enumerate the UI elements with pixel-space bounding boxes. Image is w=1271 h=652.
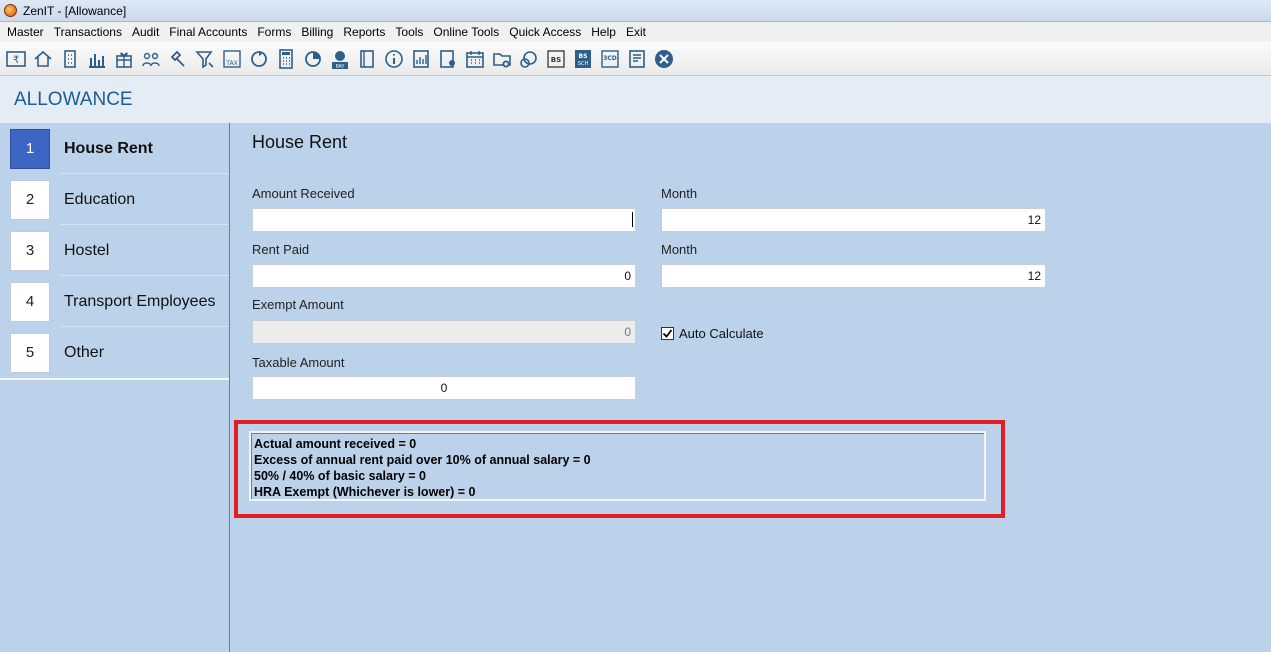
auto-calculate-checkbox[interactable]	[661, 327, 674, 340]
taxable-amount-input[interactable]	[252, 376, 636, 400]
sidebar-item-label: House Rent	[64, 139, 153, 157]
title-bar: ZenIT - [Allowance]	[0, 0, 1271, 22]
bs-sch-icon[interactable]: BS SCH	[571, 47, 595, 71]
calculator-icon[interactable]	[274, 47, 298, 71]
report-icon[interactable]	[409, 47, 433, 71]
menu-exit[interactable]: Exit	[621, 25, 651, 39]
sidebar: 1 House Rent 2 Education 3 Hostel 4 Tran…	[0, 123, 230, 652]
rent-paid-label: Rent Paid	[252, 242, 310, 257]
refresh-icon[interactable]	[247, 47, 271, 71]
bs-icon[interactable]: BS	[544, 47, 568, 71]
sidebar-item-hostel[interactable]: 3 Hostel	[0, 225, 229, 276]
menu-bar: Master Transactions Audit Final Accounts…	[0, 22, 1271, 42]
exempt-amount-label: Exempt Amount	[252, 297, 344, 312]
divider	[0, 378, 229, 380]
rent-paid-input[interactable]	[252, 264, 636, 288]
sidebar-item-transport-employees[interactable]: 4 Transport Employees	[0, 276, 229, 327]
auto-calculate-label: Auto Calculate	[679, 326, 764, 341]
tax-icon-text: TAX	[225, 60, 237, 67]
bs-sch-icon-text: BS	[579, 53, 588, 60]
epay-icon[interactable]: PAY	[328, 47, 352, 71]
sidebar-item-number: 1	[10, 128, 50, 169]
sync-icon[interactable]	[517, 47, 541, 71]
person-edit-icon[interactable]	[436, 47, 460, 71]
sidebar-item-other[interactable]: 5 Other	[0, 327, 229, 378]
folder-add-icon[interactable]	[490, 47, 514, 71]
pay-icon-text: PAY	[336, 64, 346, 70]
info-icon[interactable]	[382, 47, 406, 71]
menu-billing[interactable]: Billing	[296, 25, 338, 39]
home-icon[interactable]	[31, 47, 55, 71]
checkmark-icon	[662, 329, 673, 338]
calc-basic-salary: 50% / 40% of basic salary = 0	[254, 469, 426, 483]
calc-hra-exempt: HRA Exempt (Whichever is lower) = 0	[254, 485, 476, 499]
gift-icon[interactable]	[112, 47, 136, 71]
month-input[interactable]	[661, 208, 1046, 232]
users-icon[interactable]	[139, 47, 163, 71]
bar-chart-icon[interactable]	[85, 47, 109, 71]
text-cursor	[632, 212, 633, 227]
calc-actual-amount: Actual amount received = 0	[254, 437, 417, 451]
exempt-amount-input	[252, 320, 636, 344]
amount-received-input[interactable]	[252, 208, 636, 232]
close-icon[interactable]	[652, 47, 676, 71]
main-panel: House Rent Amount Received Month Rent Pa…	[231, 123, 1271, 652]
tax-icon[interactable]: TAX	[220, 47, 244, 71]
page-header: ALLOWANCE	[0, 76, 1271, 123]
month-label: Month	[661, 242, 698, 257]
sch-icon-text: SCH	[578, 61, 589, 67]
menu-master[interactable]: Master	[2, 25, 49, 39]
menu-tools[interactable]: Tools	[390, 25, 428, 39]
sidebar-item-house-rent[interactable]: 1 House Rent	[0, 123, 229, 174]
menu-reports[interactable]: Reports	[338, 25, 390, 39]
menu-transactions[interactable]: Transactions	[49, 25, 127, 39]
toolbar: ₹ TAX PAY BS BS SCH 3CD	[0, 42, 1271, 76]
menu-forms[interactable]: Forms	[252, 25, 296, 39]
amount-received-label: Amount Received	[252, 186, 355, 201]
menu-quick-access[interactable]: Quick Access	[504, 25, 586, 39]
svg-text:₹: ₹	[13, 55, 19, 66]
3cd-icon[interactable]: 3CD	[598, 47, 622, 71]
3cd-icon-text: 3CD	[603, 55, 617, 62]
book-icon[interactable]	[355, 47, 379, 71]
sidebar-item-label: Other	[64, 343, 105, 361]
sidebar-item-number: 2	[10, 179, 50, 220]
sidebar-item-number: 5	[10, 332, 50, 373]
bs-icon-text: BS	[551, 56, 561, 64]
pie-chart-icon[interactable]	[301, 47, 325, 71]
app-logo-icon	[4, 4, 17, 17]
calc-excess-rent: Excess of annual rent paid over 10% of a…	[254, 453, 591, 467]
taxable-amount-label: Taxable Amount	[252, 355, 345, 370]
filter-icon[interactable]	[193, 47, 217, 71]
menu-help[interactable]: Help	[586, 25, 621, 39]
menu-online-tools[interactable]: Online Tools	[428, 25, 504, 39]
calendar-icon[interactable]	[463, 47, 487, 71]
menu-audit[interactable]: Audit	[127, 25, 164, 39]
sidebar-item-number: 3	[10, 230, 50, 271]
sidebar-item-number: 4	[10, 281, 50, 322]
sidebar-item-label: Hostel	[64, 241, 110, 259]
month-input[interactable]	[661, 264, 1046, 288]
gavel-icon[interactable]	[166, 47, 190, 71]
menu-final-accounts[interactable]: Final Accounts	[164, 25, 252, 39]
section-title: House Rent	[252, 132, 348, 152]
document-icon[interactable]	[625, 47, 649, 71]
sidebar-item-education[interactable]: 2 Education	[0, 174, 229, 225]
sidebar-item-label: Education	[64, 190, 136, 208]
rupee-icon[interactable]: ₹	[4, 47, 28, 71]
month-label: Month	[661, 186, 698, 201]
page-title: ALLOWANCE	[14, 88, 133, 110]
sidebar-item-label: Transport Employees	[64, 292, 216, 310]
hra-calculation-box: Actual amount received = 0 Excess of ann…	[249, 431, 986, 501]
window-title: ZenIT - [Allowance]	[23, 3, 127, 18]
building-icon[interactable]	[58, 47, 82, 71]
